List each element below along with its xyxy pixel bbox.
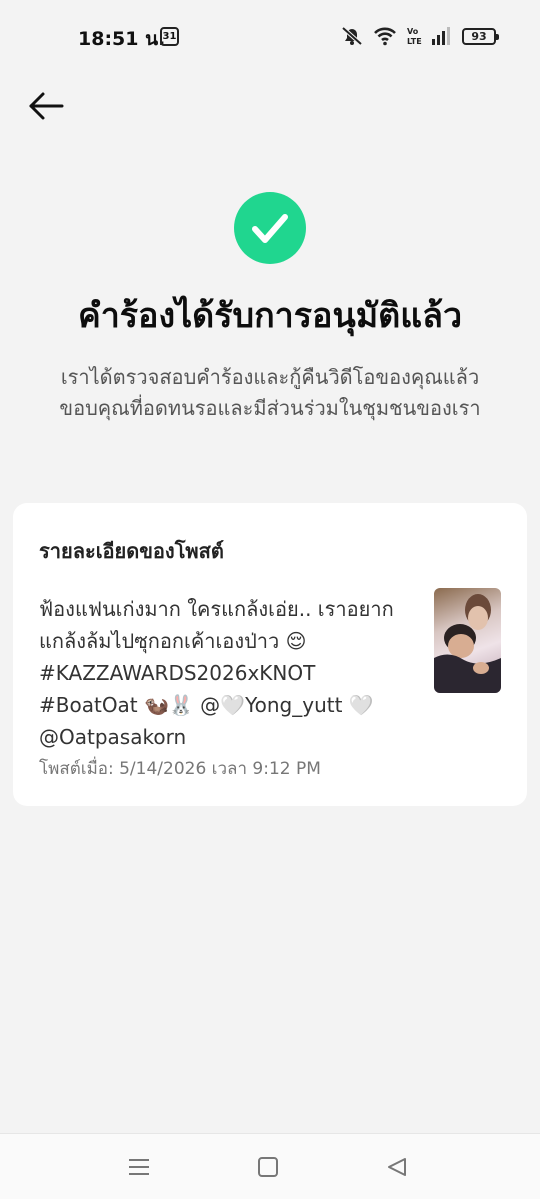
- svg-text:Vo: Vo: [407, 27, 419, 36]
- mute-icon: [341, 26, 363, 46]
- triangle-back-icon: [388, 1158, 406, 1176]
- arrow-left-icon: [29, 92, 64, 120]
- signal-icon: [432, 27, 450, 45]
- square-icon: [258, 1157, 278, 1177]
- status-bar: 18:51 น. 31 Vo LTE 93: [0, 0, 540, 72]
- status-time: 18:51 น.: [78, 28, 166, 50]
- post-timestamp: โพสต์เมื่อ: 5/14/2026 เวลา 9:12 PM: [39, 759, 321, 779]
- post-details-card: รายละเอียดของโพสต์ ฟ้องแฟนเก่งมาก ใครแกล…: [13, 503, 527, 806]
- wifi-icon: [374, 27, 396, 46]
- nav-home-button[interactable]: [255, 1154, 281, 1180]
- calendar-icon: 31: [160, 27, 179, 46]
- post-text: ฟ้องแฟนเก่งมาก ใครแกล้งเอ่ย.. เราอยากแกล…: [39, 597, 394, 749]
- check-circle-icon: [234, 192, 306, 264]
- nav-menu-button[interactable]: [126, 1154, 152, 1180]
- system-nav-bar: [0, 1133, 540, 1199]
- video-thumbnail[interactable]: [434, 588, 501, 693]
- page-title: คำร้องได้รับการอนุมัติแล้ว: [77, 296, 463, 336]
- battery-icon: 93: [462, 27, 499, 45]
- status-icons: Vo LTE 93: [340, 26, 499, 46]
- menu-icon: [129, 1159, 149, 1175]
- volte-icon: Vo LTE: [407, 27, 422, 46]
- page-description: เราได้ตรวจสอบคำร้องและกู้คืนวิดีโอของคุณ…: [59, 365, 481, 420]
- back-button[interactable]: [26, 88, 66, 124]
- nav-back-button[interactable]: [384, 1154, 410, 1180]
- card-heading: รายละเอียดของโพสต์: [39, 539, 224, 563]
- svg-text:LTE: LTE: [407, 37, 422, 46]
